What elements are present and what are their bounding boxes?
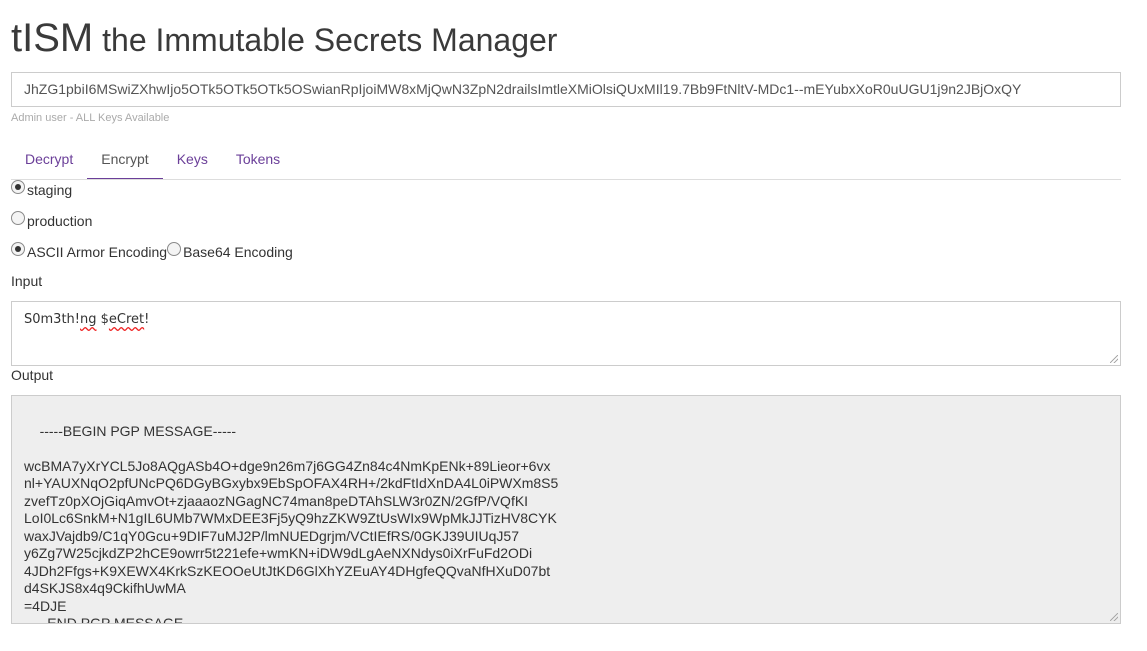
radio-label-ascii-armor[interactable]: ASCII Armor Encoding: [27, 244, 167, 260]
auth-token-input[interactable]: JhZG1pbiI6MSwiZXhwIjo5OTk5OTk5OTk5OSwian…: [11, 72, 1121, 107]
token-hint: Admin user - ALL Keys Available: [11, 112, 170, 124]
radio-label-staging[interactable]: staging: [27, 182, 72, 198]
input-text-part: !: [144, 312, 150, 327]
plaintext-input[interactable]: S0m3th!ng $eCret!: [11, 301, 1121, 366]
tab-bar: Decrypt Encrypt Keys Tokens: [11, 138, 1121, 180]
page-title: tISM the Immutable Secrets Manager: [11, 16, 557, 61]
radio-production[interactable]: [11, 211, 25, 225]
tab-decrypt[interactable]: Decrypt: [11, 138, 87, 179]
input-text-part: eCret: [108, 312, 145, 327]
input-text-part: ng: [80, 312, 97, 327]
radio-base64[interactable]: [167, 242, 182, 256]
input-text-part: $: [96, 312, 109, 327]
brand-subtitle: the Immutable Secrets Manager: [102, 22, 558, 58]
radio-label-base64[interactable]: Base64 Encoding: [183, 244, 293, 260]
resize-handle-icon[interactable]: [1110, 355, 1118, 363]
radio-staging[interactable]: [11, 180, 25, 194]
resize-handle-icon[interactable]: [1110, 613, 1118, 621]
radio-ascii-armor[interactable]: [11, 242, 25, 256]
radio-label-production[interactable]: production: [27, 213, 92, 229]
environment-option-production: production: [11, 211, 92, 230]
tab-keys[interactable]: Keys: [163, 138, 222, 179]
brand-name: tISM: [11, 16, 94, 60]
output-text: -----BEGIN PGP MESSAGE----- wcBMA7yXrYCL…: [24, 422, 559, 624]
input-text-part: S0m3th!: [24, 312, 81, 327]
encoding-options: ASCII Armor Encoding Base64 Encoding: [11, 242, 293, 261]
tab-encrypt[interactable]: Encrypt: [87, 138, 163, 179]
input-label: Input: [11, 273, 43, 289]
ciphertext-output[interactable]: -----BEGIN PGP MESSAGE----- wcBMA7yXrYCL…: [11, 395, 1121, 624]
environment-option-staging: staging: [11, 180, 72, 199]
tab-tokens[interactable]: Tokens: [222, 138, 294, 179]
output-label: Output: [11, 367, 54, 383]
